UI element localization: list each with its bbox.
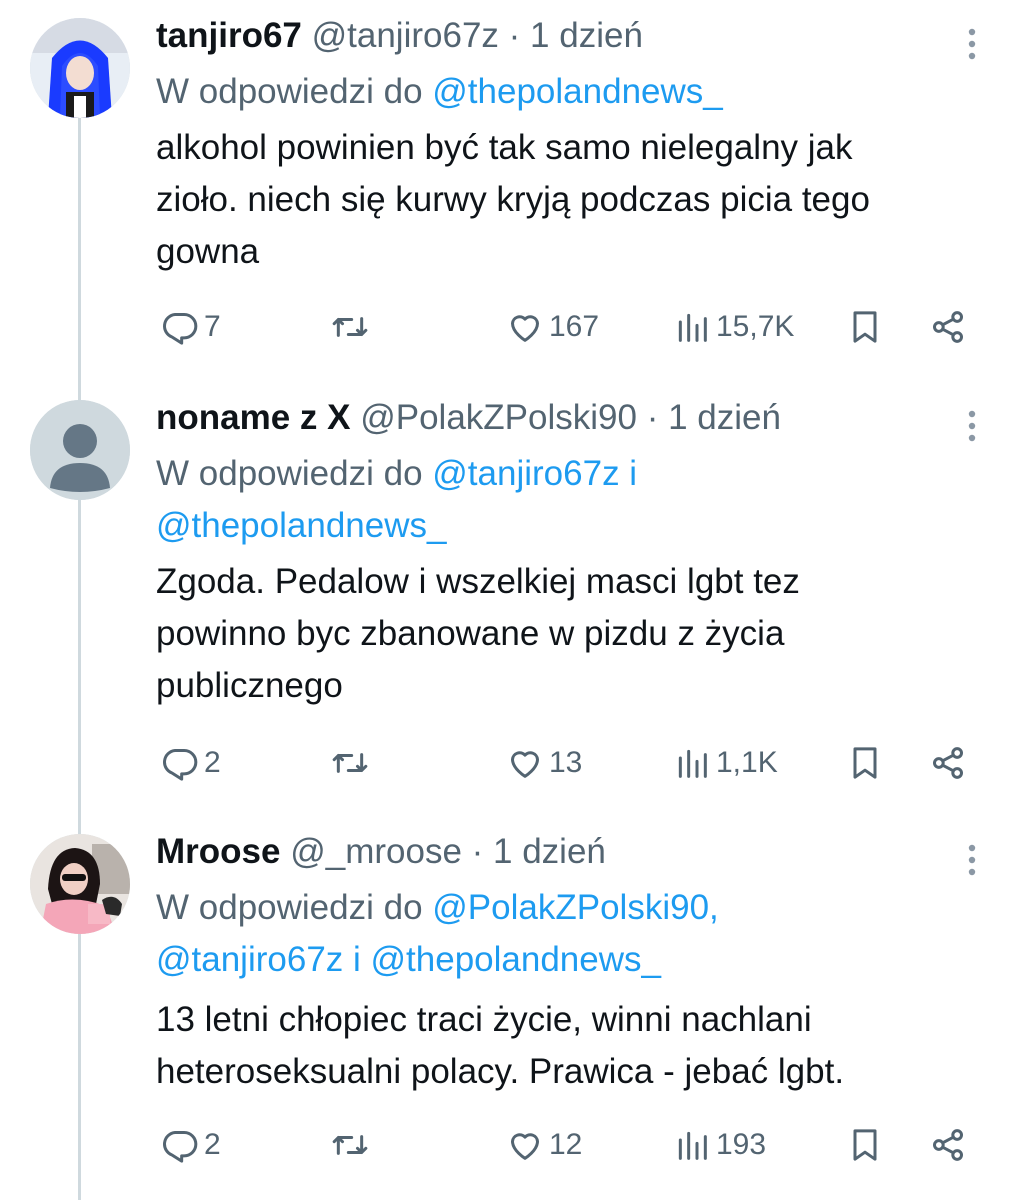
share-button[interactable] [928,738,968,788]
more-icon[interactable] [950,404,994,448]
tweet-text: 13 letni chłopiec traci życie, winni nac… [156,994,1006,1098]
reply-button[interactable]: 7 [160,302,221,352]
retweet-icon [332,1135,368,1155]
reply-prefix: W odpowiedzi do [156,454,423,493]
action-bar: 2 13 1,1K [0,738,1022,788]
user-handle[interactable]: @_mroose [290,832,462,871]
like-count: 12 [549,1128,583,1161]
tweet-text-line: alkohol powinien być tak samo nielegalny… [156,128,853,167]
more-icon[interactable] [950,22,994,66]
mention-link[interactable]: @thepolandnews_ [156,500,996,552]
tweet-text: alkohol powinien być tak samo nielegalny… [156,122,1006,278]
reply-prefix: W odpowiedzi do [156,888,423,927]
reply-button[interactable]: 2 [160,738,221,788]
views-button[interactable]: 15,7K [672,302,794,352]
share-icon [933,1129,963,1161]
views-count: 1,1K [716,746,778,779]
views-icon [678,313,707,342]
tweet-header: noname z X @PolakZPolski90 · 1 dzień [156,392,781,444]
timestamp[interactable]: 1 dzień [530,16,643,55]
more-icon[interactable] [950,838,994,882]
reply-icon [163,1131,198,1163]
mention-link[interactable]: @PolakZPolski90, [432,888,718,927]
display-name[interactable]: tanjiro67 [156,16,302,55]
views-count: 15,7K [716,310,795,343]
reply-context: W odpowiedzi do @tanjiro67z i @thepoland… [156,448,996,552]
tweet-text-line: heteroseksualni polacy. Prawica - jebać … [156,1052,845,1091]
share-icon [933,311,963,343]
reply-icon [163,749,198,781]
reply-context: W odpowiedzi do @PolakZPolski90, @tanjir… [156,882,996,986]
retweet-icon [332,753,368,773]
retweet-icon [332,317,368,337]
retweet-button[interactable] [330,738,374,788]
mention-link[interactable]: @thepolandnews_ [432,72,722,111]
bookmark-icon [853,311,877,343]
tweet-text: Zgoda. Pedalow i wszelkiej masci lgbt te… [156,556,1006,712]
avatar[interactable] [30,18,130,118]
reply-count: 7 [204,310,221,343]
reply-context: W odpowiedzi do @thepolandnews_ [156,66,996,118]
retweet-button[interactable] [330,1120,374,1170]
timestamp[interactable]: 1 dzień [668,398,781,437]
thread-line [78,118,81,1200]
reply-count: 2 [204,746,221,779]
bookmark-button[interactable] [845,302,885,352]
user-handle[interactable]: @tanjiro67z [312,16,499,55]
avatar[interactable] [30,400,130,500]
separator: · [508,16,521,55]
reply-count: 2 [204,1128,221,1161]
share-button[interactable] [928,302,968,352]
bookmark-icon [853,747,877,779]
tweet-text-line: zioło. niech się kurwy kryją podczas pic… [156,180,870,219]
share-icon [933,747,963,779]
tweet-text-line: Zgoda. Pedalow i wszelkiej masci lgbt te… [156,562,800,601]
bookmark-button[interactable] [845,1120,885,1170]
reply-prefix: W odpowiedzi do [156,72,423,111]
mention-link[interactable]: @tanjiro67z i [432,454,637,493]
like-icon [511,751,539,778]
like-button[interactable]: 12 [505,1120,582,1170]
retweet-button[interactable] [330,302,374,352]
reply-button[interactable]: 2 [160,1120,221,1170]
separator: · [646,398,659,437]
tweet-text-line: powinno byc zbanowane w pizdu z życia [156,614,785,653]
views-button[interactable]: 1,1K [672,738,778,788]
share-button[interactable] [928,1120,968,1170]
display-name[interactable]: Mroose [156,832,280,871]
avatar[interactable] [30,834,130,934]
bookmark-button[interactable] [845,738,885,788]
reply-icon [163,313,198,345]
display-name[interactable]: noname z X [156,398,350,437]
bookmark-icon [853,1129,877,1161]
separator: · [471,832,484,871]
views-icon [678,749,707,778]
like-button[interactable]: 167 [505,302,599,352]
views-button[interactable]: 193 [672,1120,766,1170]
user-handle[interactable]: @PolakZPolski90 [360,398,637,437]
tweet-text-line: 13 letni chłopiec traci życie, winni nac… [156,1000,812,1039]
action-bar: 7 167 15,7K [0,302,1022,352]
like-count: 167 [549,310,600,343]
views-icon [678,1131,707,1160]
tweet-text-line: publicznego [156,666,343,705]
tweet-header: tanjiro67 @tanjiro67z · 1 dzień [156,10,643,62]
like-icon [511,315,539,342]
tweet-text-line: gowna [156,232,260,271]
tweet-header: Mroose @_mroose · 1 dzień [156,826,606,878]
timestamp[interactable]: 1 dzień [493,832,606,871]
like-button[interactable]: 13 [505,738,582,788]
like-count: 13 [549,746,583,779]
like-icon [511,1133,539,1160]
action-bar: 2 12 193 [0,1120,1022,1170]
views-count: 193 [716,1128,767,1161]
mention-link[interactable]: @tanjiro67z i @thepolandnews_ [156,934,996,986]
